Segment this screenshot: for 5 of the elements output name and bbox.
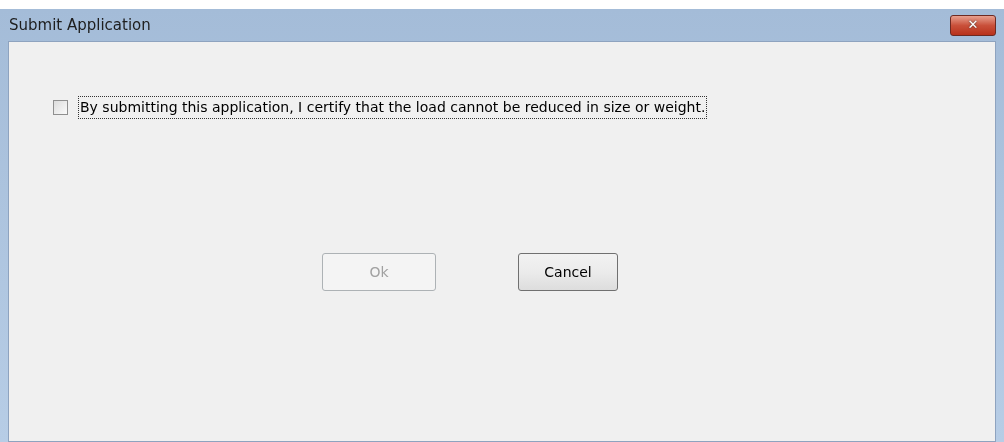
close-button[interactable]: ✕ bbox=[950, 14, 996, 36]
window-title: Submit Application bbox=[8, 14, 151, 36]
cancel-button[interactable]: Cancel bbox=[518, 253, 618, 291]
checkbox-label[interactable]: By submitting this application, I certify that the load cannot be reduced in size or weight. bbox=[78, 96, 708, 119]
checkbox[interactable] bbox=[53, 100, 68, 115]
